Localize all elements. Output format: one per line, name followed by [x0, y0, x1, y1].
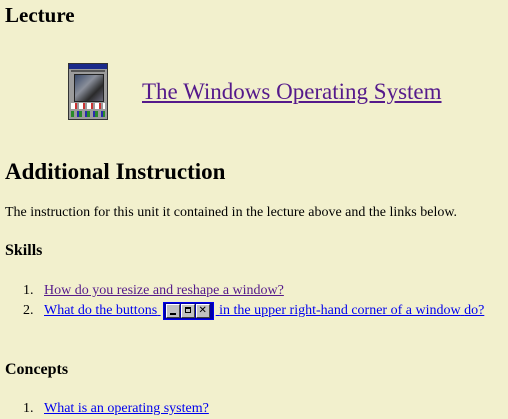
- concepts-heading: Concepts: [5, 361, 69, 378]
- skill-link-resize-window[interactable]: How do you resize and reshape a window?: [44, 283, 284, 298]
- lecture-link[interactable]: The Windows Operating System: [142, 78, 442, 106]
- maximize-icon: [180, 304, 195, 318]
- list-item: 1. What is an operating system?: [5, 399, 504, 419]
- skills-heading: Skills: [5, 242, 43, 259]
- list-item: 1. How do you resize and reshape a windo…: [5, 281, 504, 301]
- minimize-icon: [165, 304, 180, 318]
- list-number: 1.: [23, 401, 34, 416]
- skill-link-text-before: What do the buttons: [44, 303, 158, 318]
- concept-link-operating-system[interactable]: What is an operating system?: [44, 401, 209, 416]
- skill-link-window-buttons[interactable]: What do the buttons ✕ in the upper right…: [44, 302, 485, 320]
- close-icon: ✕: [195, 304, 210, 318]
- lecture-thumbnail-icon[interactable]: [68, 63, 108, 120]
- skills-list: 1. How do you resize and reshape a windo…: [5, 281, 504, 321]
- skill-link-text-wrap: do?: [464, 303, 485, 318]
- skill-link-text-after: in the upper right-hand corner of a wind…: [219, 303, 461, 318]
- additional-instruction-heading: Additional Instruction: [5, 159, 226, 184]
- list-item: 2. What do the buttons ✕ in the upper ri…: [5, 301, 504, 321]
- intro-text: The instruction for this unit it contain…: [5, 205, 458, 220]
- window-control-buttons-icon: ✕: [162, 302, 214, 320]
- list-number: 1.: [23, 283, 34, 298]
- lecture-heading: Lecture: [5, 3, 75, 27]
- concepts-list: 1. What is an operating system?: [5, 399, 504, 419]
- list-number: 2.: [23, 303, 34, 318]
